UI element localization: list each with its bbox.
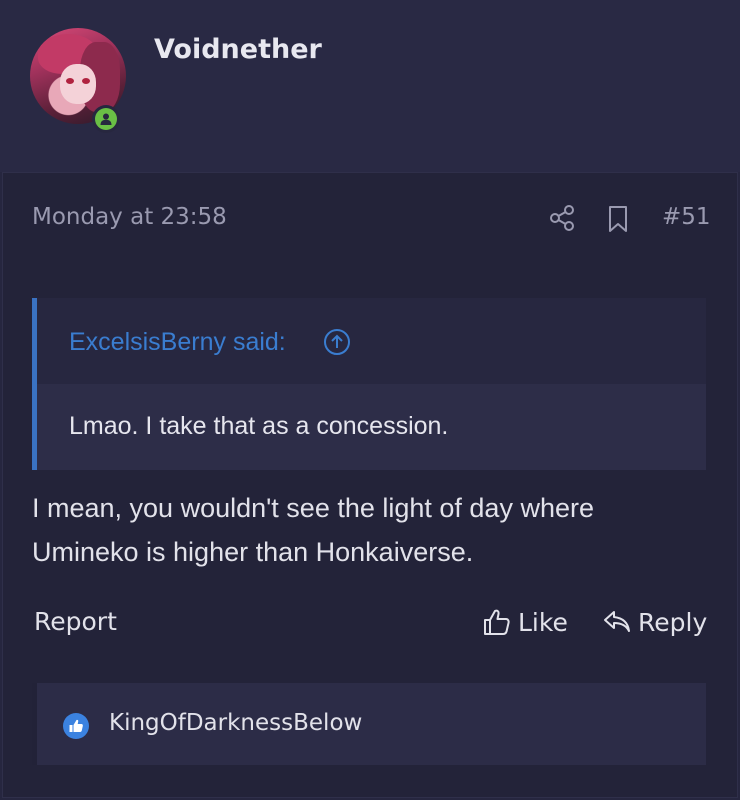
arrow-up-circle-icon[interactable] bbox=[323, 328, 351, 356]
online-status-icon bbox=[92, 105, 120, 133]
reply-label: Reply bbox=[638, 607, 708, 637]
like-label: Like bbox=[518, 607, 568, 637]
username[interactable]: Voidnether bbox=[154, 34, 322, 65]
quote-author[interactable]: ExcelsisBerny said: bbox=[69, 328, 286, 357]
post-timestamp[interactable]: Monday at 23:58 bbox=[32, 204, 227, 230]
share-icon[interactable] bbox=[548, 204, 576, 232]
post-message: I mean, you wouldn't see the light of da… bbox=[32, 486, 712, 574]
thumbs-up-icon bbox=[63, 713, 89, 739]
reaction-users[interactable]: KingOfDarknessBelow bbox=[109, 710, 362, 736]
quote-body: Lmao. I take that as a concession. bbox=[37, 384, 706, 470]
thumbs-up-outline-icon bbox=[484, 609, 510, 635]
like-button[interactable]: Like bbox=[482, 607, 568, 637]
report-button[interactable]: Report bbox=[34, 607, 117, 636]
quote-header: ExcelsisBerny said: bbox=[37, 298, 706, 384]
reply-button[interactable]: Reply bbox=[602, 607, 707, 637]
reactions-bar[interactable]: KingOfDarknessBelow bbox=[32, 683, 706, 765]
quote-text: Lmao. I take that as a concession. bbox=[69, 412, 449, 440]
quote-block: ExcelsisBerny said: Lmao. I take that as… bbox=[32, 298, 706, 470]
post-message-line: I mean, you wouldn't see the light of da… bbox=[32, 493, 594, 523]
bookmark-icon[interactable] bbox=[606, 204, 630, 234]
reply-arrow-icon bbox=[604, 611, 630, 632]
post-number[interactable]: #51 bbox=[662, 204, 711, 230]
post-author-header: Voidnether bbox=[0, 0, 740, 172]
post-message-line: Umineko is higher than Honkaiverse. bbox=[32, 537, 474, 567]
